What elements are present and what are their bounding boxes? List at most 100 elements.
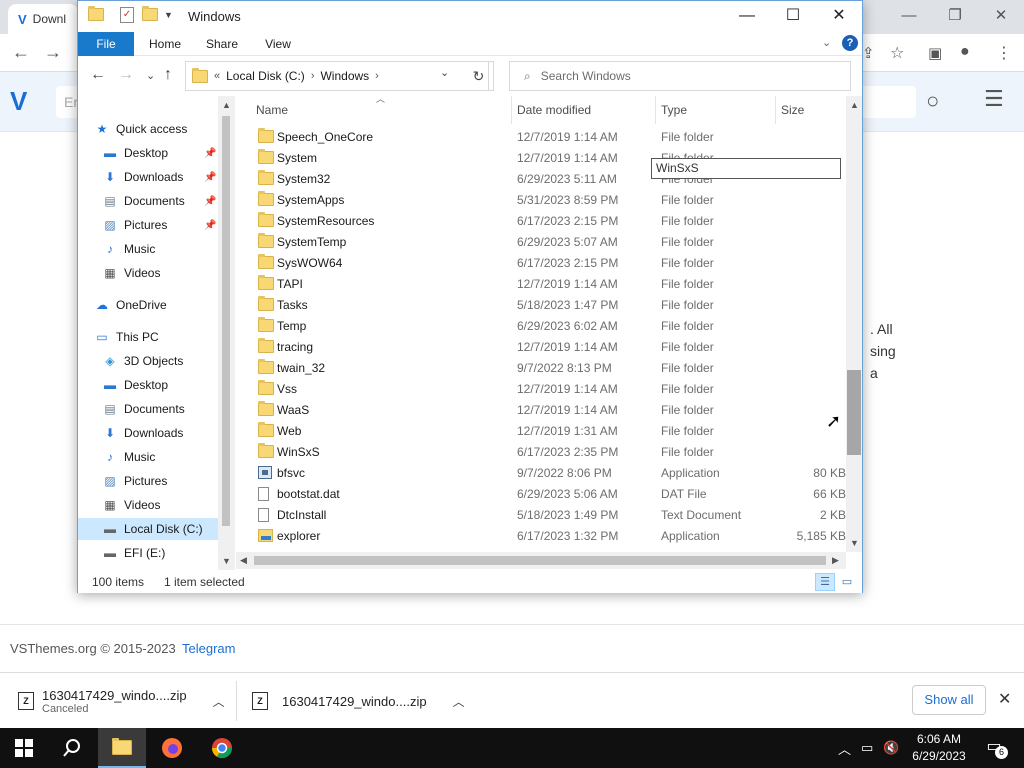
nav-item[interactable]: ⬇ Downloads 📌 <box>78 166 218 188</box>
file-row[interactable]: WinSxS 6/17/2023 2:35 PM File folder <box>236 441 846 462</box>
customize-quick-access-icon[interactable]: ▼ <box>164 10 173 28</box>
file-list-vertical-scrollbar[interactable]: ▲ ▼ <box>846 96 862 552</box>
file-row[interactable]: SystemApps 5/31/2023 8:59 PM File folder <box>236 189 846 210</box>
column-header-name[interactable]: Name <box>256 103 288 117</box>
nav-item[interactable]: ♪ Music <box>78 238 218 260</box>
up-arrow-icon[interactable]: ↑ <box>164 66 172 84</box>
help-icon[interactable]: ? <box>842 35 858 51</box>
windows-start-icon[interactable] <box>0 728 48 768</box>
nav-item[interactable]: ▤ Documents 📌 <box>78 190 218 212</box>
show-all-button[interactable]: Show all <box>912 685 986 715</box>
download-item[interactable]: Z 1630417429_windo....zip Canceled ︿ <box>18 683 225 719</box>
file-row[interactable]: Speech_OneCore 12/7/2019 1:14 AM File fold… <box>236 126 846 147</box>
file-row[interactable]: Tasks 5/18/2023 1:47 PM File folder <box>236 294 846 315</box>
expand-ribbon-chevron-icon[interactable]: ⌄ <box>822 36 831 49</box>
column-header-type[interactable]: Type <box>661 103 687 117</box>
browser-close-icon[interactable]: ✕ <box>986 6 1016 26</box>
nav-item[interactable]: ▨ Pictures 📌 <box>78 214 218 236</box>
file-row[interactable]: bfsvc 9/7/2022 8:06 PM Application 80 KB <box>236 462 846 483</box>
browser-restore-icon[interactable]: ❐ <box>940 6 970 26</box>
tab-file[interactable]: File <box>78 32 134 56</box>
column-divider[interactable] <box>655 96 656 124</box>
share-icon[interactable]: ⇪ <box>862 44 875 62</box>
minimize-icon[interactable]: — <box>724 1 770 31</box>
bookmark-star-icon[interactable]: ☆ <box>890 43 904 63</box>
nav-item[interactable]: ▦ Videos <box>78 262 218 284</box>
breadcrumb-separator-icon[interactable]: › <box>311 70 315 82</box>
nav-item[interactable]: ♪ Music <box>78 446 218 468</box>
close-icon[interactable]: ✕ <box>816 1 862 31</box>
file-row[interactable]: SysWOW64 6/17/2023 2:15 PM File folder <box>236 252 846 273</box>
chevron-up-icon[interactable]: ︿ <box>453 693 465 710</box>
browser-menu-icon[interactable]: ⋮ <box>996 43 1012 63</box>
breadcrumb-separator-icon[interactable]: › <box>375 70 379 82</box>
volume-muted-icon[interactable]: 🔇 <box>883 740 899 756</box>
pin-icon[interactable]: 📌 <box>204 148 216 159</box>
taskbar-clock[interactable]: 6:06 AM 6/29/2023 <box>900 731 978 765</box>
scrollbar-thumb[interactable] <box>254 556 826 565</box>
search-icon[interactable] <box>48 728 96 768</box>
file-row[interactable]: SystemResources 6/17/2023 2:15 PM File fol… <box>236 210 846 231</box>
browser-tab[interactable]: V Downl <box>8 4 78 34</box>
scroll-down-arrow-icon[interactable]: ▼ <box>850 538 859 548</box>
file-row[interactable]: Temp 6/29/2023 6:02 AM File folder <box>236 315 846 336</box>
breadcrumb-item[interactable]: Windows <box>320 69 369 83</box>
file-row[interactable]: WaaS 12/7/2019 1:14 AM File folder <box>236 399 846 420</box>
new-folder-icon[interactable] <box>142 6 158 26</box>
pin-icon[interactable]: 📌 <box>204 196 216 207</box>
large-icons-view-icon[interactable]: ▭ <box>837 573 857 591</box>
breadcrumb-item[interactable]: Local Disk (C:) <box>226 69 305 83</box>
file-row[interactable]: DtcInstall 5/18/2023 1:49 PM Text Document… <box>236 504 846 525</box>
rename-textbox[interactable]: WinSxS <box>651 158 841 179</box>
column-divider[interactable] <box>511 96 512 124</box>
column-header-date[interactable]: Date modified <box>517 103 591 117</box>
tab-view[interactable]: View <box>254 32 302 56</box>
file-explorer-taskbar-icon[interactable] <box>98 728 146 768</box>
search-input[interactable]: ⌕ Search Windows <box>509 61 851 91</box>
file-list-horizontal-scrollbar[interactable]: ◀ ▶ <box>236 552 846 569</box>
nav-item[interactable]: ☁ OneDrive <box>78 294 218 316</box>
browser-forward-icon[interactable]: → <box>44 42 62 63</box>
properties-checkmark-icon[interactable]: ✓ <box>120 7 134 23</box>
scroll-down-arrow-icon[interactable]: ▼ <box>222 556 231 566</box>
site-search-icon[interactable]: ○ <box>926 88 939 114</box>
forward-arrow-icon[interactable]: → <box>118 66 134 84</box>
network-icon[interactable]: ▭ <box>861 740 873 756</box>
nav-item[interactable]: ▬ Desktop 📌 <box>78 142 218 164</box>
nav-item[interactable]: ⬇ Downloads <box>78 422 218 444</box>
details-view-icon[interactable]: ☰ <box>815 573 835 591</box>
scroll-up-arrow-icon[interactable]: ▲ <box>222 100 231 110</box>
download-item[interactable]: Z 1630417429_windo....zip ︿ <box>252 683 465 719</box>
nav-pane-scrollbar[interactable]: ▲ ▼ <box>218 96 235 570</box>
file-row[interactable]: bootstat.dat 6/29/2023 5:06 AM DAT File 66 … <box>236 483 846 504</box>
nav-item[interactable]: ▤ Documents <box>78 398 218 420</box>
file-row[interactable]: SystemTemp 6/29/2023 5:07 AM File folder <box>236 231 846 252</box>
column-header-size[interactable]: Size <box>781 103 804 117</box>
nav-item[interactable]: ◈ 3D Objects <box>78 350 218 372</box>
recent-locations-chevron-icon[interactable]: ⌄ <box>146 69 155 82</box>
maximize-icon[interactable]: ☐ <box>770 1 816 31</box>
back-arrow-icon[interactable]: ← <box>90 66 106 84</box>
site-menu-icon[interactable]: ☰ <box>984 86 1004 112</box>
refresh-icon[interactable]: ↻ <box>464 61 494 91</box>
pin-icon[interactable]: 📌 <box>204 220 216 231</box>
tray-chevron-up-icon[interactable]: ︿ <box>838 739 851 758</box>
column-divider[interactable] <box>775 96 776 124</box>
chrome-taskbar-icon[interactable] <box>198 728 246 768</box>
nav-item[interactable]: ★ Quick access <box>78 118 218 140</box>
sidebar-icon[interactable]: ▣ <box>928 44 942 62</box>
nav-item[interactable]: ▬ EFI (E:) <box>78 542 218 564</box>
browser-back-icon[interactable]: ← <box>12 42 30 63</box>
pin-icon[interactable]: 📌 <box>204 172 216 183</box>
scrollbar-thumb[interactable] <box>847 370 861 455</box>
close-downloads-icon[interactable]: ✕ <box>998 689 1011 709</box>
nav-item[interactable]: ▭ This PC <box>78 326 218 348</box>
overflow-chevron-icon[interactable]: « <box>214 70 220 82</box>
vsthemes-logo-icon[interactable]: V <box>10 86 27 117</box>
scroll-left-arrow-icon[interactable]: ◀ <box>240 555 247 566</box>
scrollbar-thumb[interactable] <box>222 116 230 526</box>
file-row[interactable]: Vss 12/7/2019 1:14 AM File folder <box>236 378 846 399</box>
nav-item[interactable]: ▬ Desktop <box>78 374 218 396</box>
file-row[interactable]: Web 12/7/2019 1:31 AM File folder <box>236 420 846 441</box>
scroll-up-arrow-icon[interactable]: ▲ <box>850 100 859 110</box>
